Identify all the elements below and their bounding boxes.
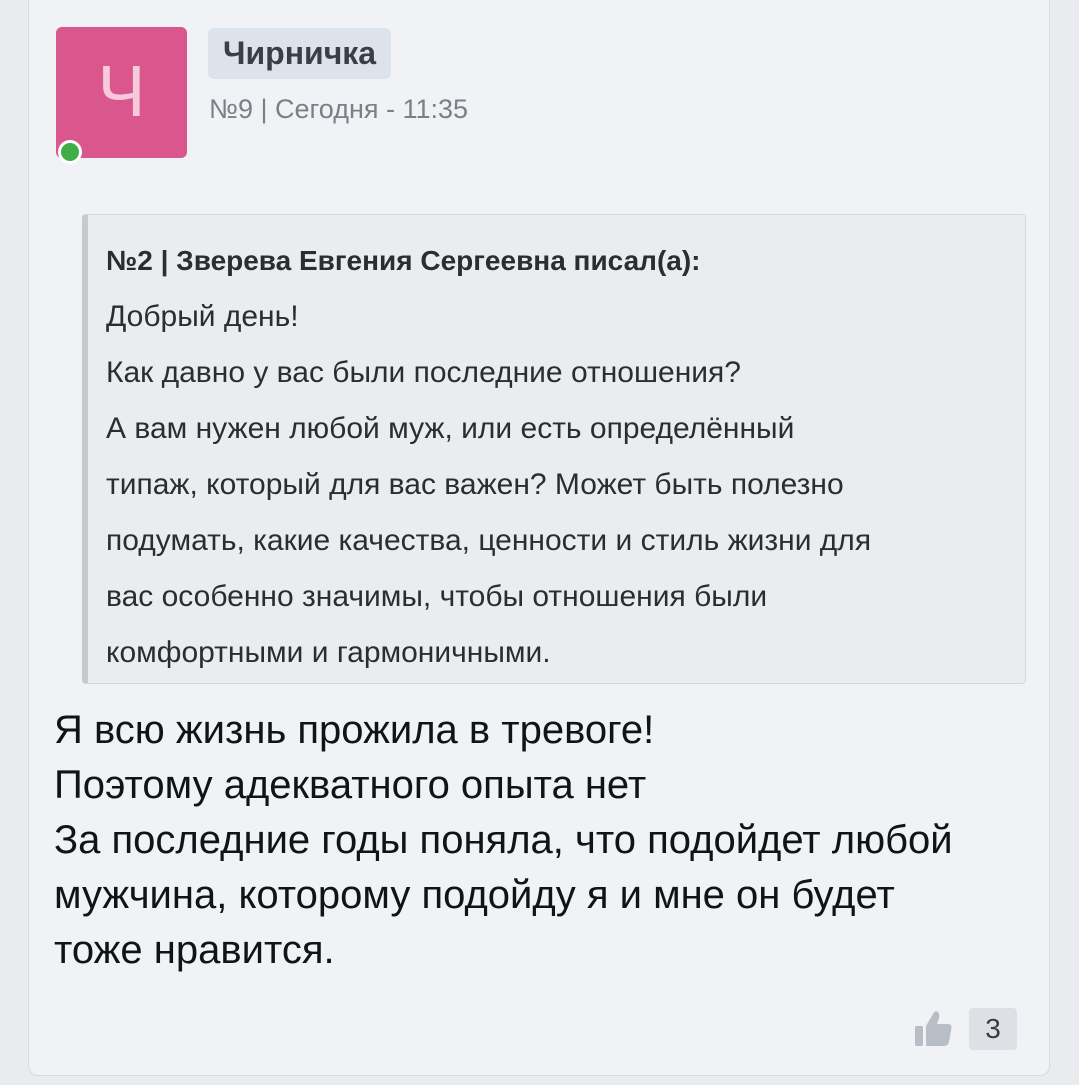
quote-line: Добрый день! <box>106 300 299 333</box>
online-status-indicator <box>58 140 82 164</box>
message-line: Поэтому адекватного опыта нет <box>54 763 647 807</box>
avatar[interactable]: Ч <box>56 27 187 158</box>
quote-line: Как давно у вас были последние отношения… <box>106 356 741 389</box>
author-name[interactable]: Чирничка <box>208 28 392 79</box>
post-message: Я всю жизнь прожила в тревоге! Поэтому а… <box>54 703 953 978</box>
forum-post-card: Ч Чирничка №9 | Сегодня - 11:35 №2 | Зве… <box>28 0 1050 1076</box>
quote-block: №2 | Зверева Евгения Сергеевна писал(а):… <box>82 214 1026 684</box>
message-line: тоже нравится. <box>54 928 335 972</box>
quote-header: №2 | Зверева Евгения Сергеевна писал(а): <box>106 245 701 276</box>
quote-line: подумать, какие качества, ценности и сти… <box>106 524 872 557</box>
quote-line: комфортными и гармоничными. <box>106 636 551 669</box>
like-widget: 3 <box>913 1008 1017 1050</box>
thumbs-up-icon[interactable] <box>913 1008 955 1050</box>
quote-line: А вам нужен любой муж, или есть определё… <box>106 412 795 445</box>
message-line: Я всю жизнь прожила в тревоге! <box>54 708 655 752</box>
quote-line: типаж, который для вас важен? Может быть… <box>106 468 844 501</box>
message-line: За последние годы поняла, что подойдет л… <box>54 818 953 862</box>
like-count[interactable]: 3 <box>969 1008 1017 1050</box>
post-meta: №9 | Сегодня - 11:35 <box>209 94 469 124</box>
quote-line: вас особенно значимы, чтобы отношения бы… <box>106 580 768 613</box>
message-line: мужчина, которому подойду я и мне он буд… <box>54 873 895 917</box>
avatar-letter: Ч <box>97 52 146 132</box>
